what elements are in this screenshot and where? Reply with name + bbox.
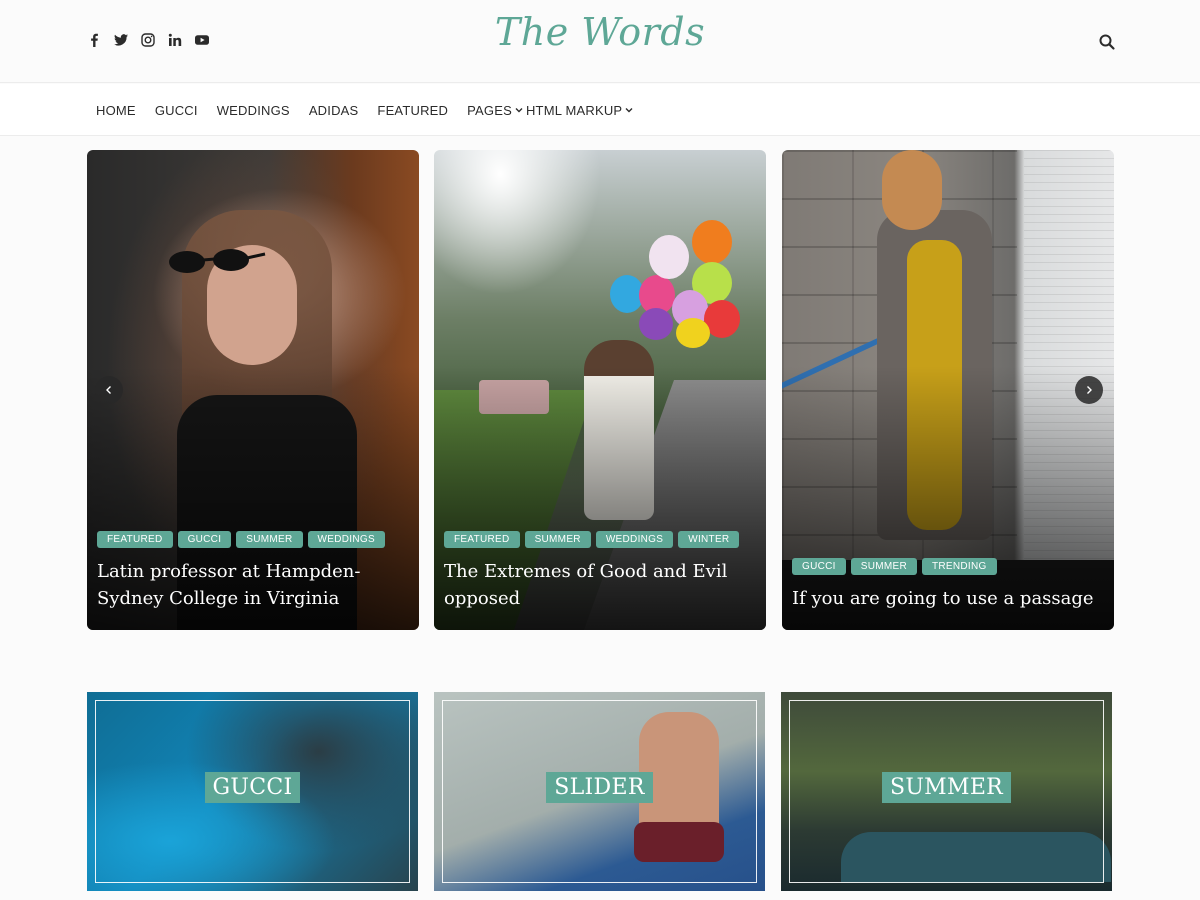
slide-meta: FEATURED GUCCI SUMMER WEDDINGS Latin pro…: [97, 531, 409, 612]
slide-title[interactable]: Latin professor at Hampden-Sydney Colleg…: [97, 558, 409, 612]
slider-prev-button[interactable]: [95, 376, 123, 404]
tag-badge[interactable]: SUMMER: [524, 531, 591, 548]
category-label-text: SUMMER: [881, 772, 1012, 803]
site-logo[interactable]: The Words: [0, 10, 1200, 54]
tag-badge[interactable]: FEATURED: [444, 531, 520, 548]
category-label: SLIDER: [434, 772, 765, 803]
slide-meta: FEATURED SUMMER WEDDINGS WINTER The Extr…: [444, 531, 756, 612]
slider-card[interactable]: FEATURED GUCCI SUMMER WEDDINGS Latin pro…: [87, 150, 419, 630]
tag-badge[interactable]: WEDDINGS: [307, 531, 385, 548]
nav-item-label: PAGES: [467, 102, 512, 118]
nav-item-html-markup[interactable]: HTML MARKUP: [526, 103, 634, 118]
slider-next-button[interactable]: [1075, 376, 1103, 404]
balloon-graphic: [649, 235, 689, 279]
slide-title[interactable]: If you are going to use a passage: [792, 585, 1104, 612]
tag-badge[interactable]: GUCCI: [177, 531, 232, 548]
balloon-graphic: [676, 318, 710, 348]
slide-tags: FEATURED SUMMER WEDDINGS WINTER: [444, 531, 756, 548]
slide-title[interactable]: The Extremes of Good and Evil opposed: [444, 558, 756, 612]
category-label: GUCCI: [87, 772, 418, 803]
category-tile-summer[interactable]: SUMMER: [781, 692, 1112, 891]
site-header: The Words: [0, 0, 1200, 83]
tag-badge[interactable]: WEDDINGS: [595, 531, 674, 548]
slide-image-part: [882, 150, 942, 230]
slide-meta: GUCCI SUMMER TRENDING If you are going t…: [792, 558, 1104, 612]
nav-item-label: GUCCI: [154, 102, 198, 118]
tag-badge[interactable]: WINTER: [678, 531, 740, 548]
search-icon[interactable]: [1098, 33, 1116, 51]
nav-item-pages[interactable]: PAGES: [467, 103, 524, 118]
tag-badge[interactable]: SUMMER: [850, 558, 917, 575]
category-tile-slider[interactable]: SLIDER: [434, 692, 765, 891]
tag-badge[interactable]: FEATURED: [97, 531, 173, 548]
slide-tags: GUCCI SUMMER TRENDING: [792, 558, 1104, 575]
category-label: SUMMER: [781, 772, 1112, 803]
main-navigation: HOME GUCCI WEDDINGS ADIDAS FEATURED PAGE…: [0, 84, 1200, 136]
nav-item-weddings[interactable]: WEDDINGS: [217, 103, 290, 118]
category-tile-gucci[interactable]: GUCCI: [87, 692, 418, 891]
nav-item-label: HOME: [96, 102, 136, 118]
nav-item-home[interactable]: HOME: [96, 103, 136, 118]
nav-item-label: WEDDINGS: [216, 102, 290, 118]
nav-item-adidas[interactable]: ADIDAS: [309, 103, 359, 118]
tag-badge[interactable]: TRENDING: [921, 558, 997, 575]
balloon-graphic: [692, 220, 732, 264]
sunglasses-graphic: [169, 249, 266, 273]
nav-menu: HOME GUCCI WEDDINGS ADIDAS FEATURED PAGE…: [96, 84, 634, 136]
chevron-down-icon: [515, 108, 523, 113]
nav-item-gucci[interactable]: GUCCI: [155, 103, 198, 118]
tag-badge[interactable]: GUCCI: [792, 558, 846, 575]
slide-tags: FEATURED GUCCI SUMMER WEDDINGS: [97, 531, 409, 548]
category-label-text: SLIDER: [546, 772, 653, 803]
tag-badge[interactable]: SUMMER: [236, 531, 303, 548]
nav-item-label: ADIDAS: [308, 102, 359, 118]
chevron-right-icon: [1087, 386, 1092, 394]
nav-item-featured[interactable]: FEATURED: [377, 103, 448, 118]
balloon-graphic: [639, 308, 673, 340]
chevron-left-icon: [106, 386, 111, 394]
slider-card[interactable]: GUCCI SUMMER TRENDING If you are going t…: [782, 150, 1114, 630]
category-label-text: GUCCI: [204, 772, 301, 803]
nav-item-label: FEATURED: [377, 102, 449, 118]
slider-card[interactable]: FEATURED SUMMER WEDDINGS WINTER The Extr…: [434, 150, 766, 630]
nav-item-label: HTML MARKUP: [525, 102, 623, 118]
chevron-down-icon: [625, 108, 633, 113]
